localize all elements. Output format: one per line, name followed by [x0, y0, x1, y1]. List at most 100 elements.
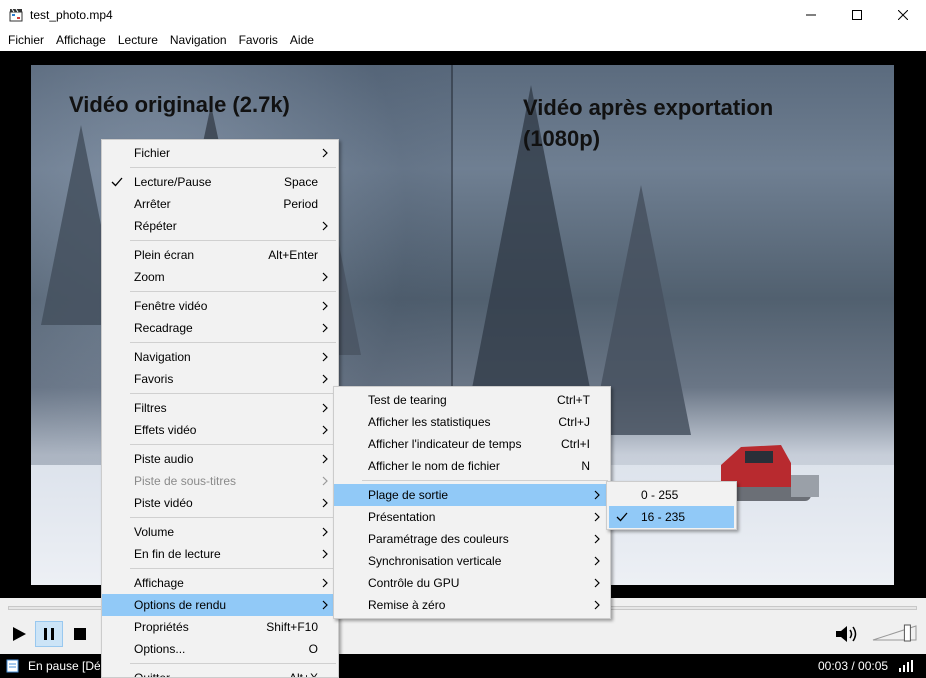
context-menu-item-repeter[interactable]: Répéter [102, 215, 338, 237]
checkmark-icon [616, 506, 628, 535]
menu-separator [102, 441, 338, 448]
menu-item-label: Quitter [134, 671, 171, 678]
menu-item-label: Propriétés [134, 620, 189, 634]
menu-lecture[interactable]: Lecture [112, 30, 164, 51]
context-menu-item-effets-video[interactable]: Effets vidéo [102, 419, 338, 441]
menu-separator [102, 164, 338, 171]
menu-separator [334, 477, 610, 484]
play-icon [13, 627, 26, 641]
render-submenu-item-controle-du-gpu[interactable]: Contrôle du GPU [334, 572, 610, 594]
menu-item-label: En fin de lecture [134, 547, 221, 561]
menu-item-shortcut: Ctrl+J [558, 415, 590, 429]
menu-item-label: Options de rendu [134, 598, 227, 612]
menu-item-label: Synchronisation verticale [368, 554, 502, 568]
menu-separator [102, 514, 338, 521]
render-submenu-item-synchronisation-verticale[interactable]: Synchronisation verticale [334, 550, 610, 572]
menu-bar: Fichier Affichage Lecture Navigation Fav… [0, 30, 926, 51]
pause-icon [44, 628, 54, 640]
context-menu-item-affichage[interactable]: Affichage [102, 572, 338, 594]
menu-navigation[interactable]: Navigation [164, 30, 233, 51]
context-menu-item-fichier[interactable]: Fichier [102, 142, 338, 164]
menu-item-shortcut: Period [283, 197, 318, 211]
context-menu-item-arreter[interactable]: Arrêter Period [102, 193, 338, 215]
context-menu-item-filtres[interactable]: Filtres [102, 397, 338, 419]
minimize-button[interactable] [788, 0, 834, 30]
context-menu-item-recadrage[interactable]: Recadrage [102, 317, 338, 339]
maximize-button[interactable] [834, 0, 880, 30]
range-submenu-item-0-255[interactable]: 0 - 255 [607, 484, 736, 506]
render-submenu-item-parametrage-des-couleurs[interactable]: Paramétrage des couleurs [334, 528, 610, 550]
menu-item-label: Recadrage [134, 321, 193, 335]
menu-separator [102, 288, 338, 295]
menu-item-shortcut: Alt+X [288, 671, 318, 678]
menu-separator [102, 237, 338, 244]
menu-item-shortcut: Ctrl+T [557, 393, 590, 407]
document-icon [6, 659, 19, 673]
output-range-submenu: 0 - 255 16 - 235 [606, 481, 737, 530]
menu-item-label: Effets vidéo [134, 423, 197, 437]
menu-item-shortcut: Ctrl+I [560, 437, 590, 451]
context-menu-item-piste-video[interactable]: Piste vidéo [102, 492, 338, 514]
menu-item-label: Présentation [368, 510, 436, 524]
menu-aide[interactable]: Aide [284, 30, 320, 51]
menu-item-label: Arrêter [134, 197, 171, 211]
menu-favoris[interactable]: Favoris [233, 30, 284, 51]
close-button[interactable] [880, 0, 926, 30]
menu-item-label: Afficher les statistiques [368, 415, 491, 429]
render-submenu-item-presentation[interactable]: Présentation [334, 506, 610, 528]
pause-button[interactable] [35, 621, 63, 647]
menu-separator [102, 565, 338, 572]
caption-right: Vidéo après exportation (1080p) [523, 95, 774, 151]
context-menu-item-zoom[interactable]: Zoom [102, 266, 338, 288]
context-menu-item-piste-audio[interactable]: Piste audio [102, 448, 338, 470]
render-submenu-item-afficher-le-nom-de-fichier[interactable]: Afficher le nom de fichier N [334, 455, 610, 477]
title-bar: test_photo.mp4 [0, 0, 926, 30]
menu-fichier[interactable]: Fichier [2, 30, 50, 51]
context-menu-item-fenetre-video[interactable]: Fenêtre vidéo [102, 295, 338, 317]
menu-item-label: 16 - 235 [641, 510, 686, 524]
context-menu-item-options-de-rendu[interactable]: Options de rendu [102, 594, 338, 616]
render-submenu-item-plage-de-sortie[interactable]: Plage de sortie [334, 484, 610, 506]
menu-item-label: Piste audio [134, 452, 194, 466]
menu-affichage[interactable]: Affichage [50, 30, 112, 51]
menu-item-label: Contrôle du GPU [368, 576, 460, 590]
menu-item-label: Filtres [134, 401, 167, 415]
menu-separator [102, 390, 338, 397]
context-menu-item-favoris[interactable]: Favoris [102, 368, 338, 390]
stop-icon [74, 628, 86, 640]
menu-item-label: Plein écran [134, 248, 195, 262]
range-submenu-item-16-235[interactable]: 16 - 235 [609, 506, 734, 528]
context-menu-item-volume[interactable]: Volume [102, 521, 338, 543]
render-submenu-item-afficher-l-indicateur-de-temps[interactable]: Afficher l'indicateur de temps Ctrl+I [334, 433, 610, 455]
volume-slider[interactable] [872, 622, 918, 644]
menu-item-label: Options... [134, 642, 186, 656]
render-submenu-item-remise-a-zero[interactable]: Remise à zéro [334, 594, 610, 616]
menu-item-label: Test de tearing [368, 393, 447, 407]
menu-item-label: Fenêtre vidéo [134, 299, 208, 313]
maximize-icon [852, 10, 862, 20]
context-menu-item-options[interactable]: Options... O [102, 638, 338, 660]
context-menu-item-navigation[interactable]: Navigation [102, 346, 338, 368]
render-submenu-item-test-de-tearing[interactable]: Test de tearing Ctrl+T [334, 389, 610, 411]
menu-item-shortcut: Shift+F10 [266, 620, 318, 634]
context-menu-item-en-fin-de-lecture[interactable]: En fin de lecture [102, 543, 338, 565]
context-menu-item-quitter[interactable]: Quitter Alt+X [102, 667, 338, 678]
clapperboard-icon [9, 8, 23, 22]
context-menu-item-lecture-pause[interactable]: Lecture/Pause Space [102, 171, 338, 193]
menu-item-shortcut: Space [283, 175, 318, 189]
play-button[interactable] [5, 621, 33, 647]
menu-item-label: Piste vidéo [134, 496, 193, 510]
menu-item-shortcut: Alt+Enter [268, 248, 318, 262]
context-menu: Fichier Lecture/Pause Space Arrêter Period Ré… [101, 139, 339, 678]
menu-item-label: Fichier [134, 146, 171, 160]
render-submenu-item-afficher-les-statistiques[interactable]: Afficher les statistiques Ctrl+J [334, 411, 610, 433]
time-readout: 00:03 / 00:05 [818, 659, 889, 673]
chevron-right-icon [594, 594, 600, 624]
context-menu-item-plein-ecran[interactable]: Plein écran Alt+Enter [102, 244, 338, 266]
volume-slider-thumb[interactable] [903, 624, 911, 642]
volume-icon[interactable] [834, 623, 860, 645]
menu-item-shortcut: O [308, 642, 318, 656]
menu-item-label: Lecture/Pause [134, 175, 212, 189]
context-menu-item-proprietes[interactable]: Propriétés Shift+F10 [102, 616, 338, 638]
stop-button[interactable] [66, 621, 94, 647]
